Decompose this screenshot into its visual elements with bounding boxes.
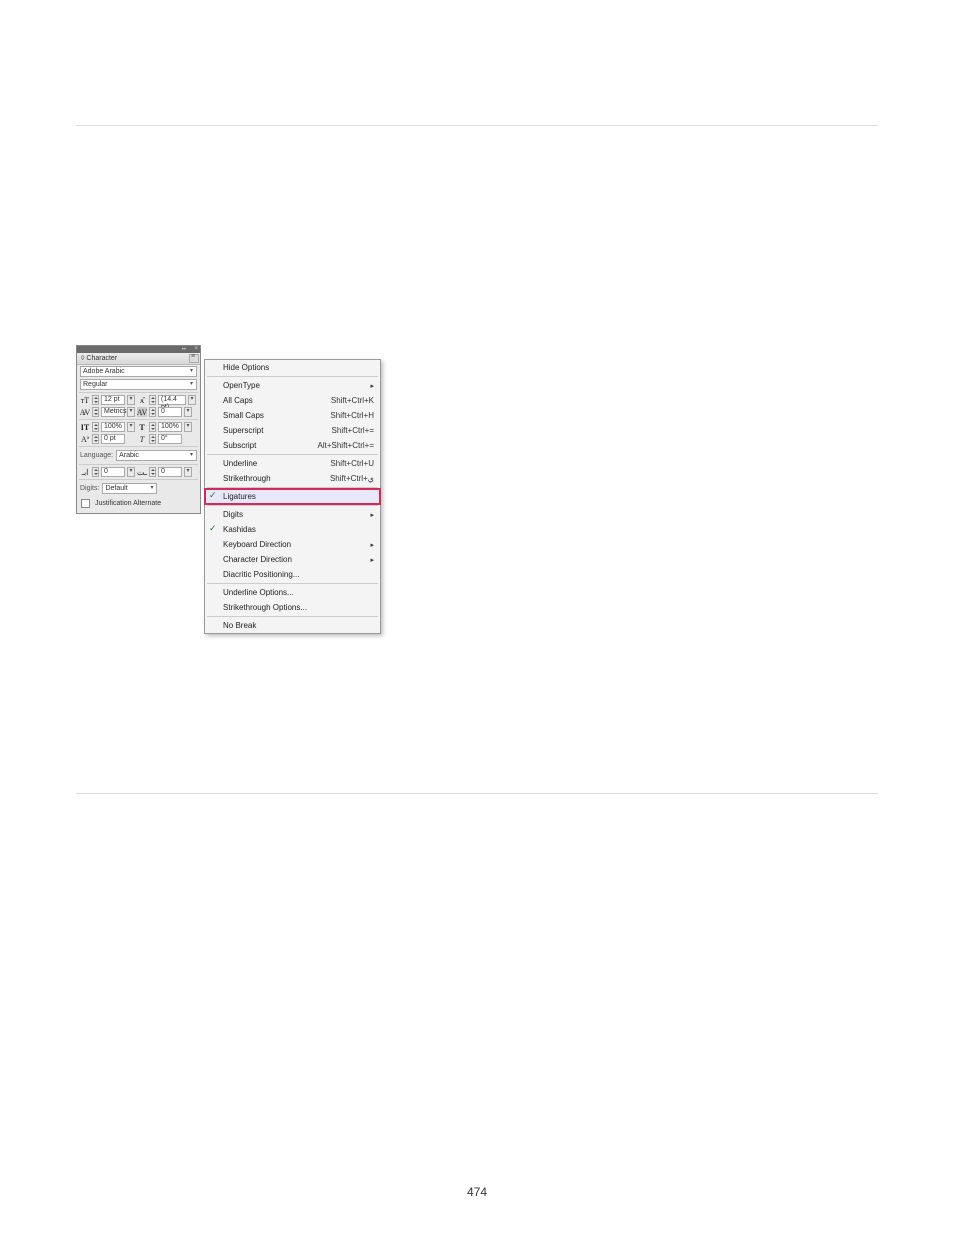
menu-opentype[interactable]: OpenType ▸	[205, 378, 380, 393]
font-size-input[interactable]: 12 pt	[101, 395, 125, 405]
digits-label: Digits:	[80, 485, 99, 492]
tracking-input[interactable]: 0	[158, 407, 182, 417]
submenu-arrow-icon: ▸	[370, 556, 374, 564]
d2-spinner[interactable]	[149, 467, 156, 477]
baseline-input[interactable]: 0 pt	[101, 434, 125, 444]
menu-keyboard-direction[interactable]: Keyboard Direction ▸	[205, 537, 380, 552]
tracking-spinner[interactable]	[149, 407, 156, 417]
justification-checkbox[interactable]	[81, 499, 90, 508]
menu-ligatures[interactable]: Ligatures	[205, 489, 380, 504]
tracking-dropdown[interactable]: ▾	[184, 407, 192, 417]
vscale-dropdown[interactable]: ▾	[127, 422, 135, 432]
baseline-icon: Aª	[80, 434, 90, 444]
separator	[79, 479, 198, 480]
justification-label: Justification Alternate	[95, 500, 161, 507]
d1-input[interactable]: 0	[101, 467, 125, 477]
chevron-down-icon: ▾	[188, 381, 195, 388]
menu-separator	[207, 454, 378, 455]
menu-hide-options[interactable]: Hide Options	[205, 360, 380, 375]
font-family-value: Adobe Arabic	[83, 368, 125, 375]
d1-dropdown[interactable]: ▾	[127, 467, 135, 477]
menu-separator	[207, 376, 378, 377]
menu-strikethrough[interactable]: Strikethrough Shift+Ctrl+ي	[205, 471, 380, 486]
separator	[79, 464, 198, 465]
menu-all-caps[interactable]: All Caps Shift+Ctrl+K	[205, 393, 380, 408]
language-dropdown[interactable]: Arabic ▾	[116, 450, 197, 461]
flyout-menu-button[interactable]	[189, 354, 199, 363]
separator	[79, 419, 198, 420]
font-size-spinner[interactable]	[92, 395, 99, 405]
menu-digits[interactable]: Digits ▸	[205, 507, 380, 522]
skew-icon: T	[137, 434, 147, 444]
menu-underline-options[interactable]: Underline Options...	[205, 585, 380, 600]
panel-title: ◊ Character	[81, 355, 117, 362]
kerning-dropdown[interactable]: ▾	[127, 407, 135, 417]
vscale-input[interactable]: 100%	[101, 422, 125, 432]
character-flyout-menu: Hide Options OpenType ▸ All Caps Shift+C…	[204, 359, 381, 634]
language-label: Language:	[80, 452, 113, 459]
menu-character-direction[interactable]: Character Direction ▸	[205, 552, 380, 567]
d2-dropdown[interactable]: ▾	[184, 467, 192, 477]
digits-dropdown[interactable]: Default ▾	[102, 483, 157, 494]
leading-icon: ᴀ̂	[137, 395, 147, 405]
kerning-spinner[interactable]	[92, 407, 99, 417]
tracking-icon: AV	[137, 407, 147, 417]
hscale-spinner[interactable]	[149, 422, 156, 432]
kerning-input[interactable]: Metrics	[101, 407, 125, 417]
panel-title-bar: ◊ Character	[77, 353, 200, 365]
chevron-down-icon: ▾	[188, 368, 195, 375]
arabic-icon-1: ابـ	[80, 467, 90, 477]
panel-topbar: •• ×	[77, 346, 200, 353]
separator	[79, 392, 198, 393]
leading-dropdown[interactable]: ▾	[188, 395, 196, 405]
menu-superscript[interactable]: Superscript Shift+Ctrl+=	[205, 423, 380, 438]
font-size-icon: ᴛT	[80, 395, 90, 405]
separator	[79, 446, 198, 447]
menu-no-break[interactable]: No Break	[205, 618, 380, 633]
vscale-spinner[interactable]	[92, 422, 99, 432]
d1-spinner[interactable]	[92, 467, 99, 477]
divider-top	[76, 125, 878, 126]
chevron-down-icon: ▾	[188, 452, 195, 459]
language-value: Arabic	[119, 452, 139, 459]
font-style-dropdown[interactable]: Regular ▾	[80, 379, 197, 390]
kerning-icon: A̷V	[80, 407, 90, 417]
menu-kashidas[interactable]: Kashidas	[205, 522, 380, 537]
font-family-dropdown[interactable]: Adobe Arabic ▾	[80, 366, 197, 377]
menu-separator	[207, 583, 378, 584]
digits-value: Default	[105, 485, 127, 492]
close-icon[interactable]: ×	[194, 346, 198, 352]
menu-small-caps[interactable]: Small Caps Shift+Ctrl+H	[205, 408, 380, 423]
leading-spinner[interactable]	[149, 395, 156, 405]
submenu-arrow-icon: ▸	[370, 382, 374, 390]
menu-subscript[interactable]: Subscript Alt+Shift+Ctrl+=	[205, 438, 380, 453]
menu-diacritic-positioning[interactable]: Diacritic Positioning...	[205, 567, 380, 582]
baseline-spinner[interactable]	[92, 434, 99, 444]
divider-bottom	[76, 793, 878, 794]
skew-spinner[interactable]	[149, 434, 156, 444]
skew-input[interactable]: 0°	[158, 434, 182, 444]
arabic-icon-2: ـت	[137, 467, 147, 477]
menu-separator	[207, 505, 378, 506]
character-panel: •• × ◊ Character Adobe Arabic ▾ Regular …	[76, 345, 201, 514]
page-number: 474	[0, 1185, 954, 1199]
chevron-down-icon: ▾	[148, 485, 155, 492]
vscale-icon: IT	[80, 422, 90, 432]
hscale-icon: T	[137, 422, 147, 432]
menu-strikethrough-options[interactable]: Strikethrough Options...	[205, 600, 380, 615]
font-style-value: Regular	[83, 381, 108, 388]
hscale-input[interactable]: 100%	[158, 422, 182, 432]
menu-underline[interactable]: Underline Shift+Ctrl+U	[205, 456, 380, 471]
menu-separator	[207, 487, 378, 488]
font-size-dropdown[interactable]: ▾	[127, 395, 135, 405]
hscale-dropdown[interactable]: ▾	[184, 422, 192, 432]
d2-input[interactable]: 0	[158, 467, 182, 477]
menu-separator	[207, 616, 378, 617]
submenu-arrow-icon: ▸	[370, 511, 374, 519]
leading-input[interactable]: (14.4 pt)	[158, 395, 186, 405]
submenu-arrow-icon: ▸	[370, 541, 374, 549]
